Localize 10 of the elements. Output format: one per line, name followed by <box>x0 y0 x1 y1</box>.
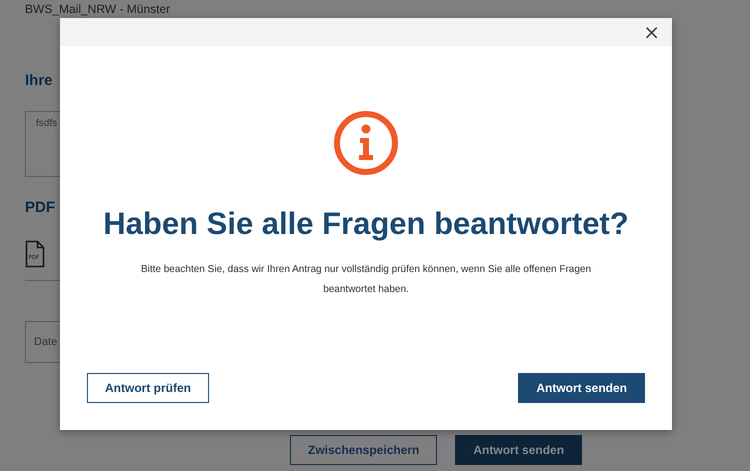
info-icon <box>333 110 399 176</box>
check-button[interactable]: Antwort prüfen <box>87 373 209 403</box>
section-heading: Ihre <box>25 72 54 89</box>
section-heading: PDF <box>25 199 56 216</box>
dialog-message: Bitte beachten Sie, dass wir Ihren Antrag nur vollständig prüfen können, wenn Sie alle offenen Fragen beantwortet haben. <box>140 263 592 297</box>
send-button[interactable]: Antwort senden <box>518 373 645 403</box>
page-title: BWS_Mail_NRW - Münster <box>25 2 170 16</box>
dialog-heading: Haben Sie alle Fragen beantwortet? <box>103 206 629 242</box>
page-button[interactable]: Zwischenspeichern <box>290 435 438 465</box>
page-button[interactable]: Antwort senden <box>455 435 582 465</box>
